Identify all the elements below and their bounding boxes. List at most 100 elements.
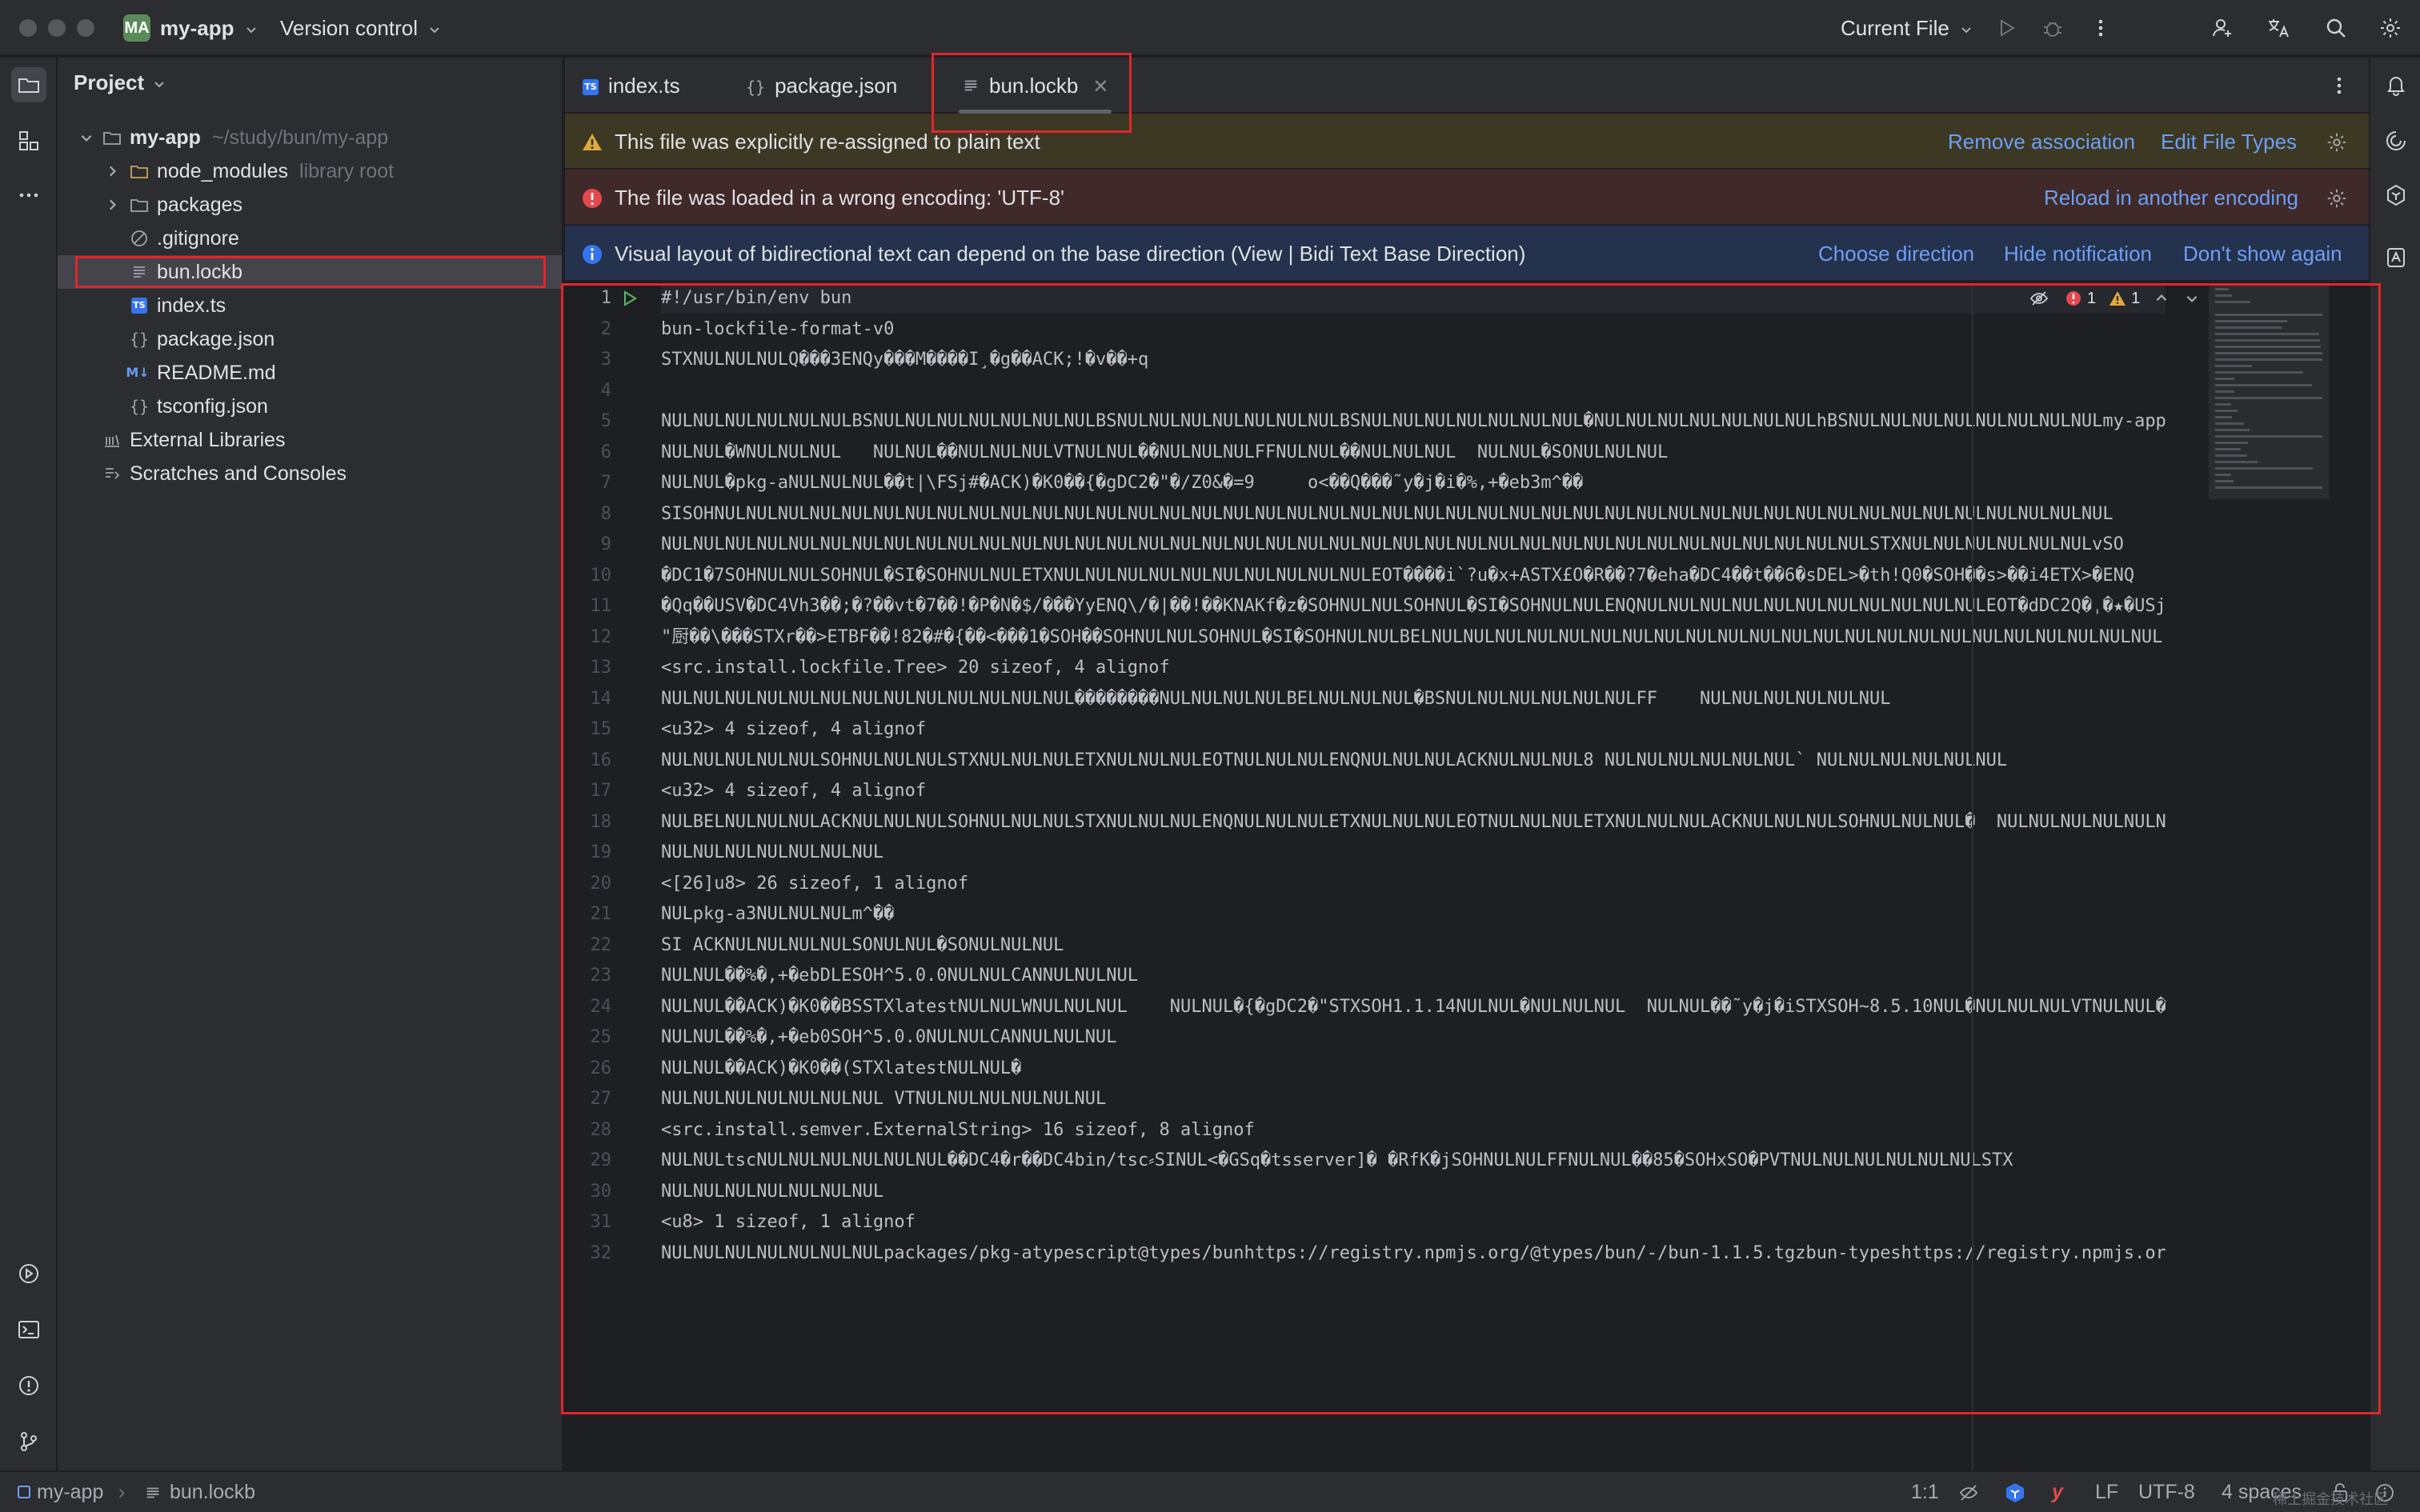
ai-plugin-icon[interactable]	[2004, 1482, 2026, 1504]
line-number[interactable]: 17	[565, 776, 612, 806]
code-line[interactable]: NULNULNULNULNULNULNULpackages/pkg-atypes…	[661, 1238, 2166, 1269]
breadcrumb-project[interactable]: my-app	[37, 1472, 103, 1512]
more-actions-button[interactable]	[2084, 11, 2118, 45]
code-line[interactable]: NULNULNULNULNULSOHNULNULNULSTXNULNULNULE…	[661, 746, 2166, 776]
code-line[interactable]: NULNUL��%�,+�eb0SOH^5.0.0NULNULCANNULNUL…	[661, 1022, 2166, 1053]
notifications-button[interactable]	[2378, 67, 2414, 102]
code-line[interactable]: NULNUL��ACK)�K0��BSSTXlatestNULNULWNULNU…	[661, 992, 2166, 1022]
tree-item-gitignore[interactable]: .gitignore	[58, 222, 562, 255]
code-editor[interactable]: 1 2 3 4 5 6 7 8 9 10 11 12 13 14 15 16 17 18 19 20 21 22 23 24 2…	[565, 283, 2369, 1470]
code-line[interactable]: "厨��\���STXr��>ETBF��!82�#�{��<���1�SOH�…	[661, 622, 2166, 653]
line-number[interactable]: 9	[565, 530, 611, 560]
code-line[interactable]: NULNUL�pkg-aNULNULNUL��t|\FSj#�ACK)�K0��…	[661, 468, 2166, 498]
line-number[interactable]: 32	[565, 1238, 612, 1269]
line-number[interactable]: 8	[565, 499, 611, 530]
code-line[interactable]: NULNULtscNULNULNULNULNULNUL��DC4�r��DC4b…	[661, 1146, 2166, 1176]
gear-icon[interactable]	[2326, 187, 2348, 210]
line-number[interactable]: 5	[565, 406, 611, 437]
line-number[interactable]: 16	[565, 746, 612, 776]
problems-tool-button[interactable]	[11, 1368, 46, 1403]
code-line[interactable]: <src.install.semver.ExternalString> 16 s…	[661, 1115, 2166, 1146]
tree-item-tsconfig[interactable]: {} tsconfig.json	[58, 390, 562, 423]
code-line[interactable]: NULNULNULNULNULNULNULNULNULNULNULNULNUL�…	[661, 684, 2166, 714]
breadcrumb-file[interactable]: bun.lockb	[170, 1472, 255, 1512]
code-line[interactable]: �Qq��USV�DC4Vh3��;�?��vt�7��!�P�N�$/���Y…	[661, 591, 2166, 622]
line-number[interactable]: 18	[565, 807, 612, 838]
inspection-widget[interactable]: 1 1	[2029, 283, 2199, 314]
line-number[interactable]: 28	[565, 1115, 612, 1146]
line-number[interactable]: 23	[565, 961, 612, 991]
line-number[interactable]: 21	[565, 899, 612, 930]
code-line[interactable]: NULBELNULNULNULACKNULNULNULSOHNULNULNULS…	[661, 807, 2166, 838]
chevron-right-icon[interactable]	[102, 154, 122, 188]
code-line[interactable]: NULNULNULNULNULNULNUL	[661, 838, 2166, 868]
code-line[interactable]: <[26]u8> 26 sizeof, 1 alignof	[661, 869, 2166, 899]
code-line[interactable]: SISOHNULNULNULNULNULNULNULNULNULNULNULNU…	[661, 499, 2166, 530]
line-number[interactable]: 6	[565, 438, 611, 468]
code-line[interactable]: <u8> 1 sizeof, 1 alignof	[661, 1207, 2166, 1238]
chevron-down-icon[interactable]	[77, 121, 96, 154]
project-badge[interactable]: MA	[123, 14, 150, 42]
services-tool-button[interactable]	[11, 1256, 46, 1291]
line-number[interactable]: 19	[565, 838, 612, 868]
project-panel-header[interactable]: Project	[74, 70, 166, 95]
line-number[interactable]: 10	[565, 561, 612, 591]
code-line[interactable]: NULNULNULNULNULNULNULNULNULNULNULNULNULN…	[661, 530, 2166, 560]
line-number[interactable]: 26	[565, 1054, 612, 1084]
file-encoding[interactable]: UTF-8	[2138, 1472, 2195, 1512]
code-area[interactable]: #!/usr/bin/env bun bun-lockfile-format-v0…	[661, 283, 2166, 1470]
code-line[interactable]: <src.install.lockfile.Tree> 20 sizeof, 4…	[661, 653, 2166, 683]
reader-mode-icon[interactable]	[2029, 289, 2049, 308]
line-number[interactable]: 1	[565, 283, 611, 314]
code-line[interactable]: NULNUL�WNULNULNUL NULNUL��NULNULNULVTNUL…	[661, 438, 2166, 468]
tree-item-readme[interactable]: M↓ README.md	[58, 356, 562, 390]
code-line[interactable]: NULNULNULNULNULNULNUL	[661, 1177, 2166, 1207]
line-separator[interactable]: LF	[2095, 1472, 2118, 1512]
code-line[interactable]: bun-lockfile-format-v0	[661, 314, 2166, 345]
line-number[interactable]: 20	[565, 869, 612, 899]
code-line[interactable]: STXNULNULNULQ���3ENQy���M����I¸�g��ACK;!…	[661, 345, 2166, 375]
line-number-gutter[interactable]: 1 2 3 4 5 6 7 8 9 10 11 12 13 14 15 16 17 18 19 20 21 22 23 24 2…	[565, 283, 655, 1470]
vcs-menu[interactable]: Version control	[280, 14, 441, 42]
run-button[interactable]	[1989, 11, 2023, 45]
code-line[interactable]: NULNUL��%�,+�ebDLESOH^5.0.0NULNULCANNULN…	[661, 961, 2166, 991]
dont-show-again-link[interactable]: Don't show again	[2183, 226, 2342, 282]
line-number[interactable]: 24	[565, 992, 612, 1022]
code-line[interactable]: SI ACKNULNULNULNULSONULNUL�SONULNULNUL	[661, 930, 2166, 961]
line-number[interactable]: 27	[565, 1084, 612, 1114]
line-number[interactable]: 25	[565, 1022, 612, 1053]
line-number[interactable]: 7	[565, 468, 611, 498]
edit-file-types-link[interactable]: Edit File Types	[2161, 114, 2297, 170]
add-user-button[interactable]	[2206, 11, 2239, 45]
chevron-up-icon[interactable]	[2154, 291, 2169, 306]
chevron-down-icon[interactable]	[2185, 291, 2199, 306]
tab-index-ts[interactable]: TS index.ts	[583, 58, 680, 114]
window-close-button[interactable]	[19, 19, 37, 37]
line-number[interactable]: 13	[565, 653, 612, 683]
remove-association-link[interactable]: Remove association	[1948, 114, 2135, 170]
line-number[interactable]: 4	[565, 376, 611, 406]
line-number[interactable]: 3	[565, 345, 611, 375]
project-tool-button[interactable]	[11, 67, 46, 102]
tab-options-button[interactable]	[2322, 69, 2356, 102]
tree-item-bun-lockb[interactable]: bun.lockb	[58, 255, 562, 289]
line-number[interactable]: 12	[565, 622, 612, 653]
plugin-tool-button[interactable]	[2378, 178, 2414, 213]
tree-item-package-json[interactable]: {} package.json	[58, 322, 562, 356]
settings-button[interactable]	[2374, 11, 2407, 45]
code-line[interactable]: #!/usr/bin/env bun	[661, 283, 2166, 314]
choose-direction-link[interactable]: Choose direction	[1818, 226, 1974, 282]
translate-button[interactable]	[2262, 11, 2295, 45]
tree-item-scratches[interactable]: Scratches and Consoles	[58, 457, 562, 490]
minimap[interactable]	[2209, 283, 2329, 499]
debug-button[interactable]	[2036, 11, 2069, 45]
code-line[interactable]: NULpkg-a3NULNULNULm^��	[661, 899, 2166, 930]
code-line[interactable]: NULNULNULNULNULNULNUL VTNULNULNULNULNULN…	[661, 1084, 2166, 1114]
tree-item-packages[interactable]: packages	[58, 188, 562, 222]
run-config-selector[interactable]: Current File	[1841, 14, 1973, 42]
line-number[interactable]: 30	[565, 1177, 612, 1207]
line-number[interactable]: 14	[565, 684, 612, 714]
tab-bun-lockb[interactable]: bun.lockb ✕	[956, 58, 1115, 114]
yaml-plugin-icon[interactable]: y	[2052, 1472, 2063, 1512]
window-minimize-button[interactable]	[48, 19, 66, 37]
